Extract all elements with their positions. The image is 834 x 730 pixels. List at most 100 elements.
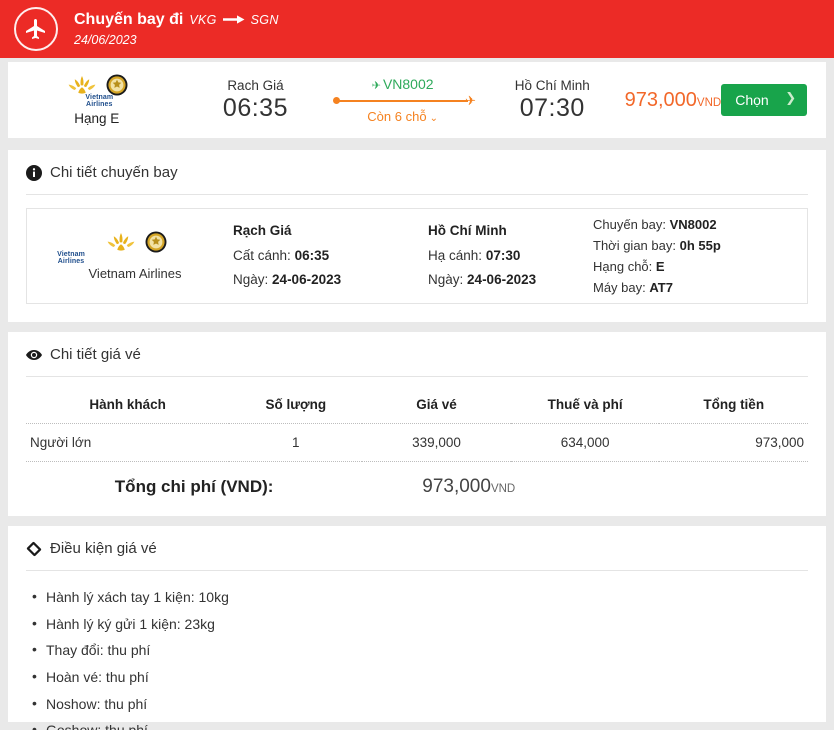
grand-total-amount: 973,000 xyxy=(422,476,491,497)
column-quantity: Số lượng xyxy=(229,387,362,424)
list-item: Goshow: thu phí xyxy=(26,720,808,730)
detail-class-label: Hạng chỗ: xyxy=(593,259,652,274)
detail-departure-city: Rạch Giá xyxy=(233,219,428,244)
flight-price: 973,000VND xyxy=(625,89,722,112)
select-button-cell: Chọn ❯ xyxy=(721,84,826,116)
arrow-right-icon xyxy=(223,11,245,31)
airplane-icon xyxy=(14,7,58,51)
detail-airline-cell: Vietnam Airlines Vietnam Airlines xyxy=(37,231,233,281)
detail-arrival-date: 24-06-2023 xyxy=(467,272,536,287)
detail-flight-row: Chuyến bay: VN8002 xyxy=(593,214,797,235)
fare-detail-title-text: Chi tiết giá vé xyxy=(50,346,141,363)
flight-detail-title-text: Chi tiết chuyến bay xyxy=(50,164,178,181)
skyteam-badge-icon xyxy=(106,74,128,96)
airplane-small-icon: ✈ xyxy=(372,80,381,92)
arrival-city: Hồ Chí Minh xyxy=(480,78,625,93)
grand-total-value: 973,000VND xyxy=(422,476,515,498)
detail-arrival-date-row: Ngày: 24-06-2023 xyxy=(428,268,593,293)
select-flight-label: Chọn xyxy=(735,92,768,108)
fare-detail-section: Chi tiết giá vé Hành khách Số lượng Giá … xyxy=(8,332,826,516)
airline-wordmark: Vietnam Airlines xyxy=(71,94,127,108)
info-circle-icon xyxy=(26,165,42,181)
detail-class-row: Hạng chỗ: E xyxy=(593,256,797,277)
route-line-graphic: ✈ xyxy=(325,94,480,108)
flight-booking-page: Chuyến bay đi VKG SGN 24/06/2023 xyxy=(0,0,834,730)
grand-total-row: Tổng chi phí (VND): 973,000VND xyxy=(26,476,808,498)
departure-time: 06:35 xyxy=(186,94,326,123)
price-cell: 973,000VND xyxy=(625,89,722,112)
flight-summary-row[interactable]: Vietnam Airlines Hạng E Rach Giá 06:35 ✈… xyxy=(8,62,826,138)
detail-departure-date: 24-06-2023 xyxy=(272,272,341,287)
flight-detail-title: Chi tiết chuyến bay xyxy=(26,164,808,181)
fare-conditions-title: Điều kiện giá vé xyxy=(26,540,808,557)
seats-remaining-text: Còn 6 chỗ xyxy=(367,109,426,124)
cell-tax: 634,000 xyxy=(511,424,660,462)
chevron-down-icon[interactable]: ⌄ xyxy=(430,113,438,124)
flight-price-amount: 973,000 xyxy=(625,89,697,111)
detail-logo-marks xyxy=(37,231,233,253)
detail-arrival-time-row: Hạ cánh: 07:30 xyxy=(428,244,593,269)
fare-conditions-list: Hành lý xách tay 1 kiện: 10kg Hành lý ký… xyxy=(26,587,808,730)
departure-cell: Rach Giá 06:35 xyxy=(186,78,326,123)
detail-aircraft-label: Máy bay: xyxy=(593,280,646,295)
cell-fare: 339,000 xyxy=(362,424,511,462)
detail-class-value: E xyxy=(656,259,665,274)
detail-arrival-block: Hồ Chí Minh Hạ cánh: 07:30 Ngày: 24-06-2… xyxy=(428,219,593,294)
eye-icon xyxy=(26,347,42,363)
detail-departure-block: Rạch Giá Cất cánh: 06:35 Ngày: 24-06-202… xyxy=(233,219,428,294)
departure-city: Rach Giá xyxy=(186,78,326,93)
ticket-tag-icon xyxy=(26,541,42,557)
detail-info-block: Chuyến bay: VN8002 Thời gian bay: 0h 55p… xyxy=(593,214,797,298)
fare-table: Hành khách Số lượng Giá vé Thuế và phí T… xyxy=(26,387,808,462)
list-item: Noshow: thu phí xyxy=(26,694,808,716)
airplane-tip-icon: ✈ xyxy=(465,94,476,108)
detail-airline-name: Vietnam Airlines xyxy=(37,266,233,281)
detail-arrival-city: Hồ Chí Minh xyxy=(428,219,593,244)
detail-departure-date-row: Ngày: 24-06-2023 xyxy=(233,268,428,293)
column-total: Tổng tiền xyxy=(659,387,808,424)
column-tax: Thuế và phí xyxy=(511,387,660,424)
list-item: Hành lý xách tay 1 kiện: 10kg xyxy=(26,587,808,609)
header-title-line: Chuyến bay đi VKG SGN xyxy=(74,10,279,30)
header-date: 24/06/2023 xyxy=(74,33,279,49)
detail-aircraft-value: AT7 xyxy=(649,280,673,295)
cell-quantity: 1 xyxy=(229,424,362,462)
detail-aircraft-row: Máy bay: AT7 xyxy=(593,277,797,298)
chevron-right-icon: ❯ xyxy=(785,90,796,106)
skyteam-badge-icon xyxy=(145,231,167,253)
route-bar xyxy=(337,100,468,102)
origin-code: VKG xyxy=(189,13,216,29)
detail-arrival-date-label: Ngày: xyxy=(428,272,463,287)
detail-departure-time-row: Cất cánh: 06:35 xyxy=(233,244,428,269)
fare-detail-title: Chi tiết giá vé xyxy=(26,346,808,363)
vietnam-airlines-logo: Vietnam Airlines xyxy=(65,74,128,108)
header-text-block: Chuyến bay đi VKG SGN 24/06/2023 xyxy=(74,10,279,49)
grand-total-label: Tổng chi phí (VND): xyxy=(26,477,362,497)
detail-arrival-label: Hạ cánh: xyxy=(428,248,482,263)
lotus-logo-icon xyxy=(65,74,99,96)
fare-table-header-row: Hành khách Số lượng Giá vé Thuế và phí T… xyxy=(26,387,808,424)
column-passenger: Hành khách xyxy=(26,387,229,424)
detail-duration-row: Thời gian bay: 0h 55p xyxy=(593,235,797,256)
seats-remaining[interactable]: Còn 6 chỗ ⌄ xyxy=(325,109,480,124)
list-item: Hoàn vé: thu phí xyxy=(26,667,808,689)
column-fare: Giá vé xyxy=(362,387,511,424)
flight-number: ✈VN8002 xyxy=(325,76,480,92)
route-cell: ✈VN8002 ✈ Còn 6 chỗ ⌄ xyxy=(325,76,480,124)
airline-logo-cell: Vietnam Airlines Hạng E xyxy=(8,74,186,126)
detail-arrival-time: 07:30 xyxy=(486,248,521,263)
detail-flight-value: VN8002 xyxy=(670,217,717,232)
detail-flight-label: Chuyến bay: xyxy=(593,217,666,232)
detail-departure-date-label: Ngày: xyxy=(233,272,268,287)
fare-detail-divider xyxy=(26,376,808,377)
select-flight-button[interactable]: Chọn ❯ xyxy=(721,84,807,116)
fare-conditions-section: Điều kiện giá vé Hành lý xách tay 1 kiện… xyxy=(8,526,826,722)
flight-detail-box: Vietnam Airlines Vietnam Airlines Rạch G… xyxy=(26,208,808,304)
flight-detail-section: Chi tiết chuyến bay xyxy=(8,150,826,322)
detail-departure-label: Cất cánh: xyxy=(233,248,291,263)
grand-total-currency: VND xyxy=(491,483,515,495)
fare-conditions-title-text: Điều kiện giá vé xyxy=(50,540,157,557)
destination-code: SGN xyxy=(251,13,279,29)
arrival-time: 07:30 xyxy=(480,94,625,123)
fare-conditions-divider xyxy=(26,570,808,571)
